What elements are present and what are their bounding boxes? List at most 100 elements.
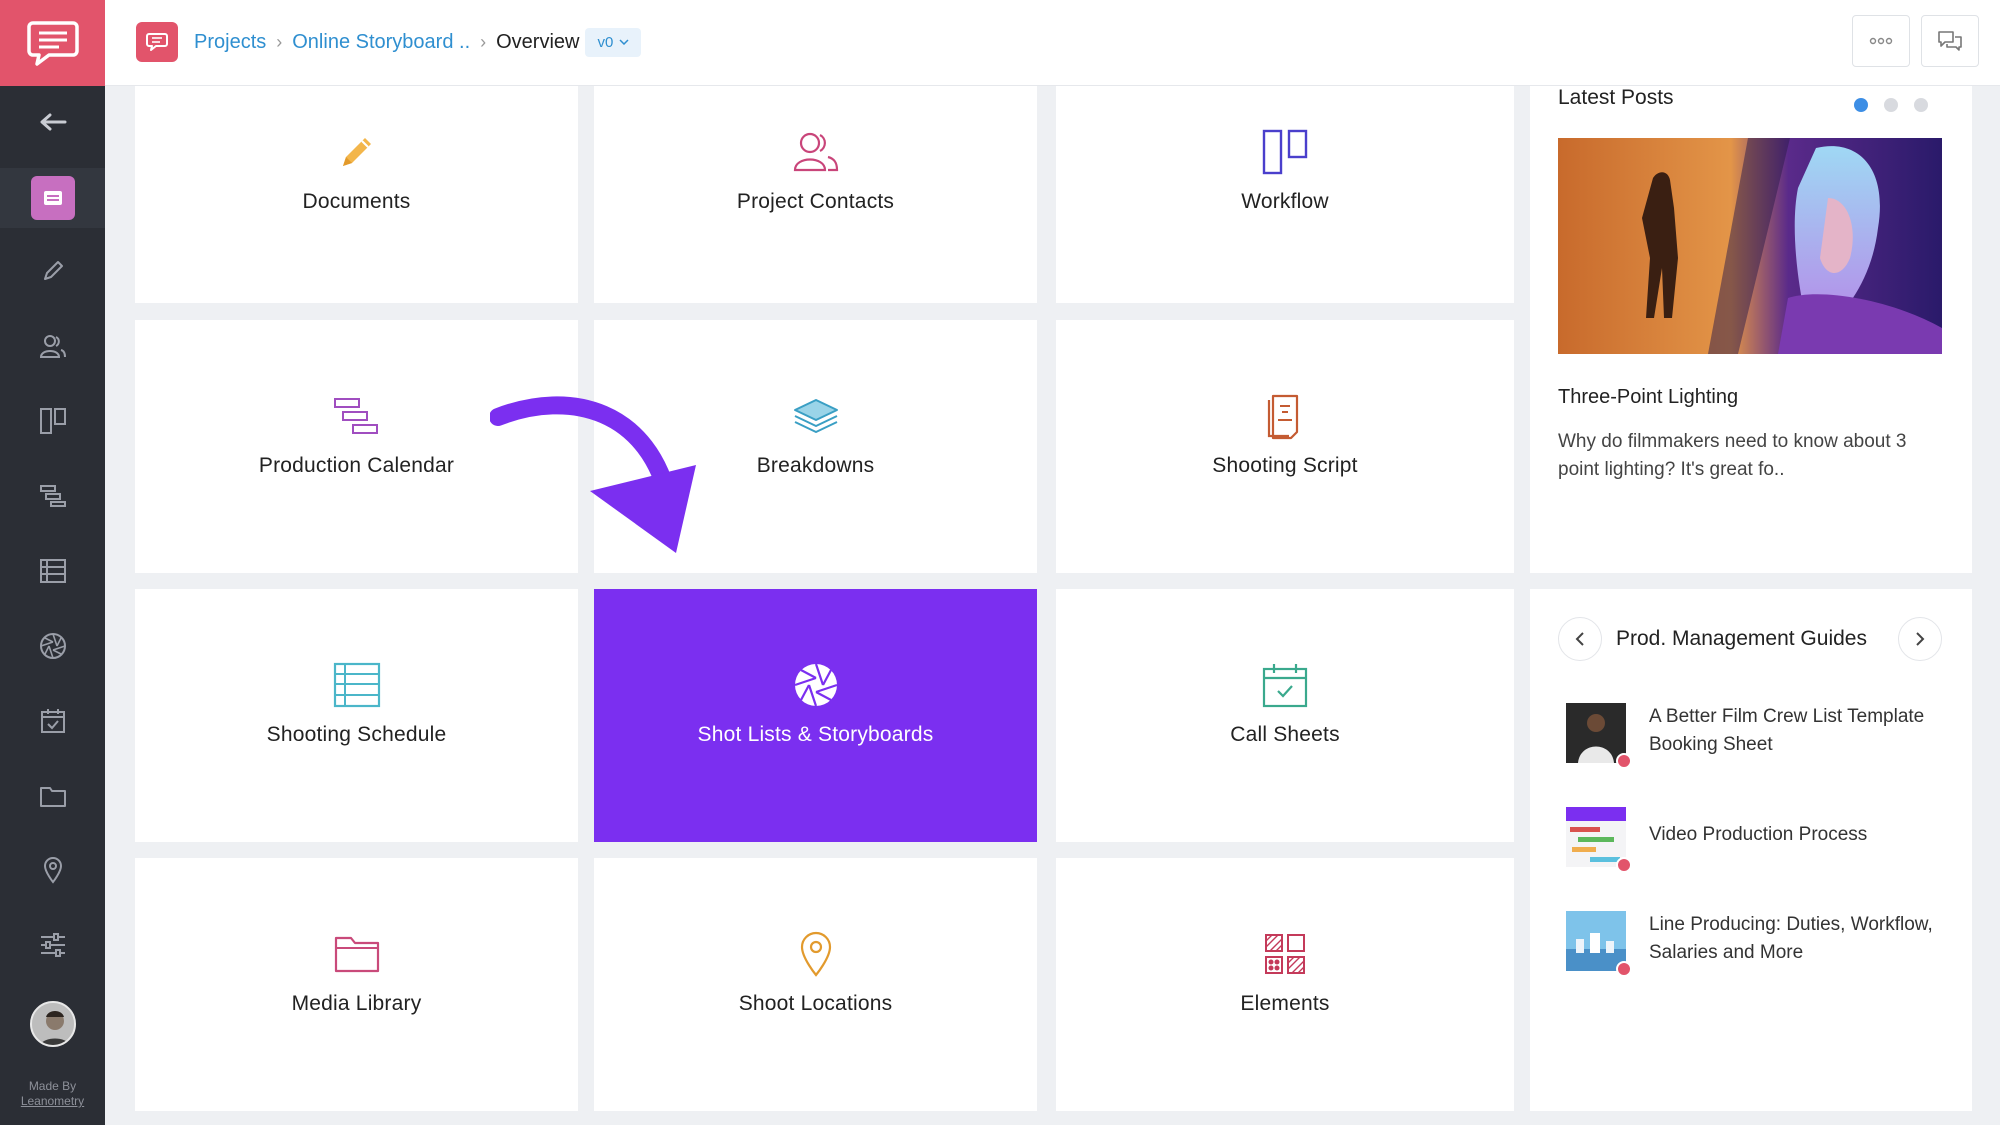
breadcrumb-projects[interactable]: Projects [194, 31, 266, 54]
card-project-contacts[interactable]: Project Contacts [594, 86, 1037, 303]
sidebar-item-shot-lists[interactable] [0, 616, 105, 676]
card-label: Elements [1240, 992, 1330, 1015]
guide-item[interactable]: A Better Film Crew List Template Booking… [1566, 703, 1956, 773]
carousel-dot[interactable] [1854, 98, 1868, 112]
card-elements[interactable]: Elements [1056, 858, 1514, 1111]
card-shot-lists-storyboards[interactable]: Shot Lists & Storyboards [594, 589, 1037, 842]
guide-thumbnail [1566, 911, 1626, 971]
guide-thumbnail [1566, 703, 1626, 763]
guides-prev-button[interactable] [1558, 617, 1602, 661]
sidebar-item-call-sheets[interactable] [0, 691, 105, 751]
breadcrumb-current: Overview [496, 30, 580, 53]
card-label: Shoot Locations [738, 992, 893, 1015]
card-shoot-locations[interactable]: Shoot Locations [594, 858, 1037, 1111]
guide-item[interactable]: Video Production Process [1566, 807, 1956, 877]
chevron-down-icon [619, 39, 629, 45]
chevron-right-icon: › [480, 31, 487, 52]
sliders-icon [40, 933, 65, 957]
sidebar-item-overview[interactable] [0, 168, 105, 228]
chevron-left-icon [1575, 632, 1584, 646]
pencil-icon [43, 261, 63, 280]
pencil-icon [342, 138, 371, 166]
card-workflow[interactable]: Workflow [1056, 86, 1514, 303]
guide-badge [1616, 961, 1632, 977]
sidebar-item-documents[interactable] [0, 241, 105, 301]
avatar[interactable] [30, 1001, 76, 1047]
breadcrumb-project[interactable]: Online Storyboard .. [292, 31, 470, 54]
guides-next-button[interactable] [1898, 617, 1942, 661]
sidebar-item-settings[interactable] [0, 915, 105, 975]
guides-panel: Prod. Management Guides A Better Film Cr… [1530, 589, 1972, 1111]
card-documents[interactable]: Documents [135, 86, 578, 303]
guide-thumbnail [1566, 807, 1626, 867]
carousel-dots [1854, 98, 1928, 112]
sidebar-item-schedule[interactable] [0, 541, 105, 601]
card-label: Workflow [1241, 190, 1329, 213]
chevron-right-icon: › [276, 31, 283, 52]
card-media-library[interactable]: Media Library [135, 858, 578, 1111]
post-title[interactable]: Three-Point Lighting [1558, 386, 1738, 409]
guides-title: Prod. Management Guides [1616, 627, 1867, 650]
latest-posts-title: Latest Posts [1558, 86, 1674, 109]
carousel-dot[interactable] [1914, 98, 1928, 112]
card-label: Shooting Script [1212, 454, 1358, 477]
aperture-icon [794, 663, 837, 707]
carousel-dot[interactable] [1884, 98, 1898, 112]
schedule-table-icon [39, 559, 66, 583]
sidebar-item-calendar[interactable] [0, 466, 105, 526]
elements-grid-icon [1265, 934, 1305, 974]
sidebar-item-workflow[interactable] [0, 391, 105, 451]
top-bar: Projects › Online Storyboard .. › Overvi… [105, 0, 2000, 86]
script-icon [1267, 394, 1299, 440]
guide-title: A Better Film Crew List Template Booking… [1649, 706, 1925, 755]
project-icon[interactable] [136, 22, 178, 62]
more-dots-icon [1869, 37, 1893, 45]
made-by-credit[interactable]: Made By Leanometry [0, 1079, 105, 1109]
version-label: v0 [597, 33, 614, 51]
sidebar-item-back[interactable] [0, 92, 105, 152]
aperture-icon [39, 633, 66, 659]
location-pin-icon [800, 931, 831, 977]
card-label: Call Sheets [1230, 723, 1340, 746]
version-dropdown[interactable]: v0 [585, 27, 642, 57]
location-pin-icon [43, 857, 62, 884]
breadcrumb: Projects › Online Storyboard .. › Overvi… [194, 26, 642, 58]
card-call-sheets[interactable]: Call Sheets [1056, 589, 1514, 842]
sidebar-item-locations[interactable] [0, 840, 105, 900]
app-logo[interactable] [0, 0, 105, 86]
sidebar-item-contacts[interactable] [0, 316, 105, 376]
guide-title: Video Production Process [1649, 824, 1868, 845]
card-label: Project Contacts [736, 190, 895, 213]
guide-badge [1616, 753, 1632, 769]
comments-button[interactable] [1921, 15, 1979, 67]
chevron-right-icon [1916, 632, 1925, 646]
folder-icon [39, 787, 66, 807]
chat-logo-icon [26, 21, 79, 66]
post-excerpt: Why do filmmakers need to know about 3 p… [1558, 431, 1907, 480]
curved-arrow-icon [490, 396, 696, 553]
more-options-button[interactable] [1852, 15, 1910, 67]
calendar-check-icon [1262, 664, 1308, 708]
guide-badge [1616, 857, 1632, 873]
sidebar-item-media[interactable] [0, 766, 105, 826]
workflow-icon [39, 408, 66, 434]
contacts-icon [793, 132, 838, 172]
card-label: Production Calendar [258, 454, 455, 477]
schedule-table-icon [333, 662, 380, 708]
calendar-bars-icon [333, 398, 378, 434]
workflow-icon [1262, 129, 1308, 175]
card-label: Shot Lists & Storyboards [697, 723, 934, 746]
card-shooting-script[interactable]: Shooting Script [1056, 320, 1514, 573]
chat-bubbles-icon [1938, 31, 1962, 51]
sidebar: Made By Leanometry [0, 0, 105, 1125]
guide-item[interactable]: Line Producing: Duties, Workflow, Salari… [1566, 911, 1956, 981]
contacts-icon [39, 335, 66, 358]
post-image[interactable] [1558, 138, 1942, 354]
layers-icon [793, 399, 838, 433]
chat-logo-icon [146, 33, 168, 51]
arrow-left-icon [40, 113, 66, 131]
calendar-bars-icon [39, 485, 66, 507]
card-label: Media Library [291, 992, 422, 1015]
card-shooting-schedule[interactable]: Shooting Schedule [135, 589, 578, 842]
folder-icon [334, 936, 379, 973]
